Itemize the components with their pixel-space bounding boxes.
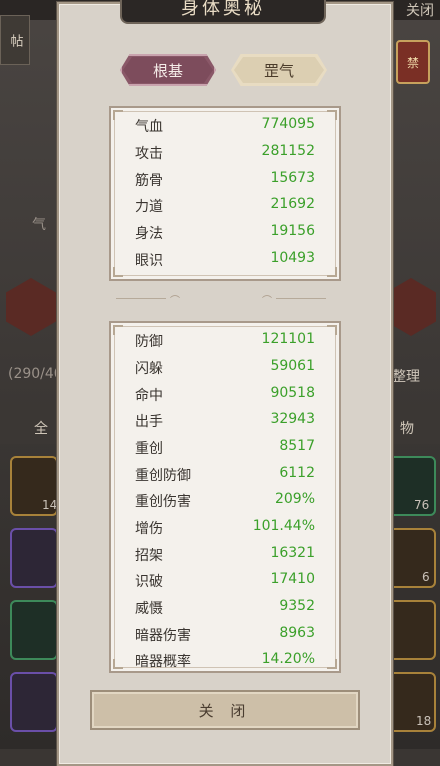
- dialog-title: 身体奥秘: [120, 0, 326, 24]
- inventory-slot[interactable]: [10, 528, 58, 588]
- background-close-button[interactable]: 关闭: [406, 0, 434, 20]
- combat-stats-panel[interactable]: 防御 121101 闪躲 59061 命中 90518 出手 32943 重创 …: [109, 321, 341, 673]
- base-stats-panel: 气血 774095 攻击 281152 筋骨 15673 力道 21692 身法…: [109, 106, 341, 281]
- stat-label: 力道: [135, 199, 163, 215]
- stat-row: 防御 121101: [135, 327, 315, 353]
- stat-row: 攻击 281152: [135, 139, 315, 165]
- tab-gangqi[interactable]: 罡气: [231, 54, 327, 86]
- background-side-tab[interactable]: 帖: [0, 15, 30, 65]
- stat-label: 攻击: [135, 146, 163, 162]
- stat-row: 重创伤害 209%: [135, 487, 315, 513]
- stat-value: 774095: [261, 116, 315, 132]
- stat-label: 闪躲: [135, 361, 163, 377]
- stat-value: 21692: [270, 196, 315, 212]
- background-equip-slot-right[interactable]: [386, 278, 436, 336]
- background-badge[interactable]: 禁: [396, 40, 430, 84]
- stat-value: 59061: [270, 358, 315, 374]
- stat-row: 闪躲 59061: [135, 354, 315, 380]
- stat-label: 暗器概率: [135, 654, 191, 670]
- stat-row: 增伤 101.44%: [135, 514, 315, 540]
- stat-label: 出手: [135, 414, 163, 430]
- stat-value: 8963: [279, 625, 315, 641]
- stat-label: 识破: [135, 574, 163, 590]
- inventory-slot[interactable]: [388, 600, 436, 660]
- stat-row: 重创防御 6112: [135, 461, 315, 487]
- stat-value: 16321: [270, 545, 315, 561]
- stat-value: 121101: [261, 331, 315, 347]
- inventory-slot-count: 76: [414, 498, 430, 512]
- stat-row: 暗器概率 14.20%: [135, 647, 315, 671]
- background-filter-all[interactable]: 全: [34, 418, 48, 438]
- stat-value: 17410: [270, 571, 315, 587]
- close-button[interactable]: 关 闭: [90, 690, 360, 730]
- stat-label: 筋骨: [135, 173, 163, 189]
- stat-value: 10493: [270, 250, 315, 266]
- inventory-slot[interactable]: [10, 600, 58, 660]
- stat-label: 气血: [135, 119, 163, 135]
- tab-label: 根基: [152, 61, 183, 80]
- stat-label: 招架: [135, 548, 163, 564]
- stat-row: 气血 774095: [135, 112, 315, 138]
- background-equip-slot-left[interactable]: [6, 278, 56, 336]
- stat-label: 身法: [135, 226, 163, 242]
- stat-row: 身法 19156: [135, 219, 315, 245]
- stat-value: 101.44%: [252, 518, 315, 534]
- stat-label: 暗器伤害: [135, 628, 191, 644]
- stat-label: 眼识: [135, 253, 163, 269]
- stat-row: 暗器伤害 8963: [135, 621, 315, 647]
- stat-value: 15673: [270, 170, 315, 186]
- inventory-slot-count: 6: [422, 570, 430, 584]
- inventory-slot[interactable]: [10, 672, 58, 732]
- stat-label: 重创伤害: [135, 494, 191, 510]
- stat-label: 增伤: [135, 521, 163, 537]
- inventory-slot-count: 14: [42, 498, 58, 512]
- stat-label: 命中: [135, 388, 163, 404]
- scroll-ornament-icon: ⌒: [170, 296, 180, 307]
- stat-label: 防御: [135, 334, 163, 350]
- stat-row: 筋骨 15673: [135, 166, 315, 192]
- inventory-slot-count: 18: [416, 714, 432, 728]
- stat-row: 威慑 9352: [135, 594, 315, 620]
- stat-row: 眼识 10493: [135, 246, 315, 272]
- stat-value: 90518: [270, 385, 315, 401]
- stat-value: 32943: [270, 411, 315, 427]
- stat-value: 8517: [279, 438, 315, 454]
- stat-label: 重创: [135, 441, 163, 457]
- stat-label: 重创防御: [135, 468, 191, 484]
- stat-row: 出手 32943: [135, 407, 315, 433]
- tab-foundation[interactable]: 根基: [120, 54, 216, 86]
- stat-value: 209%: [274, 491, 315, 507]
- stat-value: 281152: [261, 143, 315, 159]
- ornamental-divider: ⌒ ⌒: [116, 292, 326, 307]
- stat-row: 招架 16321: [135, 541, 315, 567]
- stat-row: 识破 17410: [135, 567, 315, 593]
- stat-label: 威慑: [135, 601, 163, 617]
- stat-value: 14.20%: [261, 651, 315, 667]
- stat-row: 重创 8517: [135, 434, 315, 460]
- stat-value: 9352: [279, 598, 315, 614]
- tab-label: 罡气: [263, 61, 294, 80]
- stat-row: 力道 21692: [135, 192, 315, 218]
- background-capacity-count: (290/40: [8, 366, 63, 382]
- background-sort-button[interactable]: 整理: [392, 366, 420, 386]
- stat-value: 19156: [270, 223, 315, 239]
- stat-value: 6112: [279, 465, 315, 481]
- scroll-ornament-icon: ⌒: [262, 296, 272, 307]
- background-stat-label: 气: [32, 217, 46, 233]
- background-filter-items[interactable]: 物: [400, 418, 414, 438]
- stat-row: 命中 90518: [135, 381, 315, 407]
